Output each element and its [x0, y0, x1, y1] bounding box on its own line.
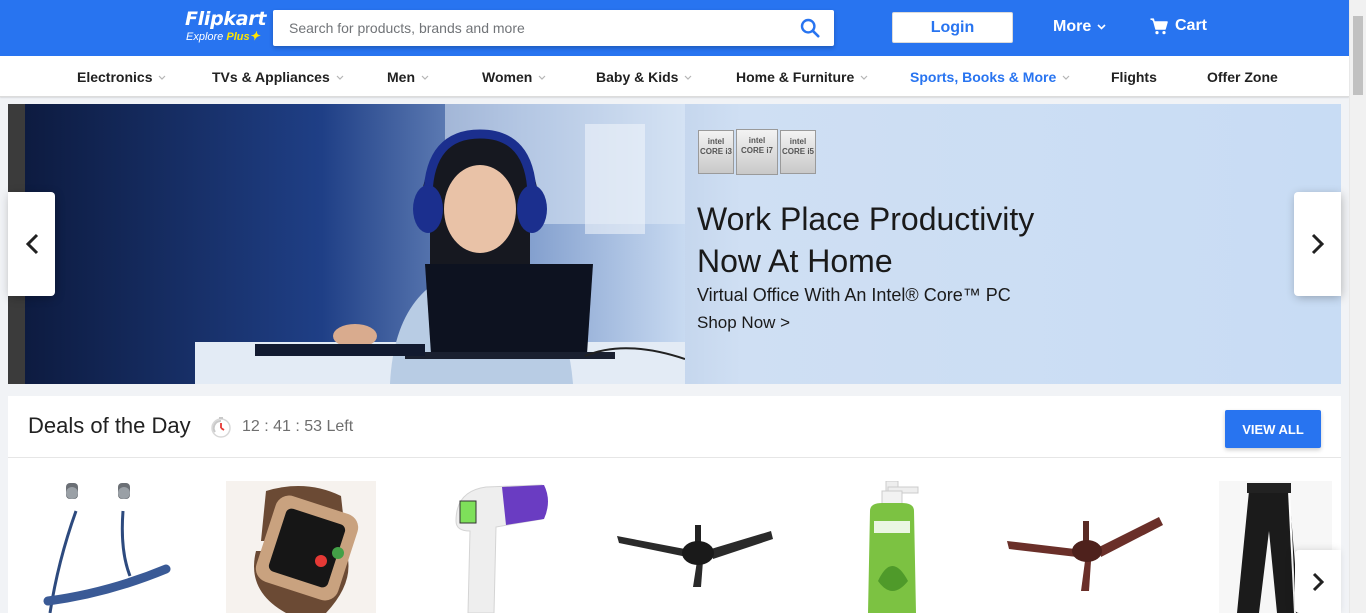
category-label: Sports, Books & More — [910, 69, 1057, 85]
deals-timer: 12 : 41 : 53 Left — [210, 416, 353, 438]
category-nav: Electronics TVs & Appliances Men Women B… — [0, 56, 1349, 97]
neckband-earphones-icon[interactable] — [38, 481, 188, 613]
category-label: Offer Zone — [1207, 69, 1278, 85]
hero-banner[interactable]: intel CORE i3 intel CORE i7 intel CORE i… — [8, 104, 1341, 384]
category-flights[interactable]: Flights — [1111, 69, 1157, 85]
chevron-down-icon — [159, 75, 166, 80]
chevron-left-icon — [25, 233, 38, 255]
banner-next-button[interactable] — [1294, 192, 1341, 296]
logo-tagline-plus: Plus — [226, 31, 250, 43]
flipkart-logo[interactable]: Flipkart Explore Plus✦ — [185, 9, 266, 44]
page-scrollbar[interactable] — [1349, 0, 1366, 613]
category-label: Baby & Kids — [596, 69, 679, 85]
category-label: TVs & Appliances — [212, 69, 330, 85]
black-ceiling-fan-icon[interactable] — [615, 481, 775, 613]
chevron-down-icon — [538, 75, 546, 80]
girl-with-laptop-illustration — [25, 104, 685, 384]
banner-prev-button[interactable] — [8, 192, 55, 296]
view-all-button[interactable]: VIEW ALL — [1225, 410, 1321, 448]
chip-brand: intel — [748, 136, 766, 145]
category-label: Electronics — [77, 69, 153, 85]
category-label: Men — [387, 69, 415, 85]
chevron-right-icon — [1312, 572, 1324, 591]
intel-core-i7-badge: intel CORE i7 — [736, 129, 778, 175]
deals-product-carousel — [8, 459, 1341, 613]
intel-core-i3-badge: intel CORE i3 — [698, 130, 734, 174]
deals-header: Deals of the Day 12 : 41 : 53 Left VIEW … — [8, 396, 1341, 458]
face-wash-bottle-icon[interactable] — [858, 481, 928, 613]
deals-next-button[interactable] — [1295, 550, 1341, 613]
cart-label: Cart — [1175, 17, 1208, 34]
banner-title-line1: Work Place Productivity — [697, 201, 1035, 237]
timer-text: 12 : 41 : 53 Left — [242, 418, 354, 435]
category-offer-zone[interactable]: Offer Zone — [1207, 69, 1278, 85]
intel-core-badges: intel CORE i3 intel CORE i7 intel CORE i… — [698, 129, 816, 175]
chevron-down-icon — [421, 75, 429, 80]
search-button[interactable] — [786, 10, 834, 46]
deals-title: Deals of the Day — [28, 413, 191, 438]
search-input[interactable] — [273, 10, 783, 46]
logo-tagline: Explore Plus✦ — [186, 30, 266, 44]
banner-title: Work Place Productivity Now At Home — [697, 198, 1117, 282]
search-icon — [800, 18, 820, 38]
plus-logo-icon: ✦ — [249, 29, 260, 43]
brown-ceiling-fan-icon[interactable] — [1005, 481, 1165, 613]
logo-tagline-explore: Explore — [186, 31, 224, 43]
category-home-furniture[interactable]: Home & Furniture — [736, 69, 868, 85]
category-label: Home & Furniture — [736, 69, 855, 85]
intel-core-i5-badge: intel CORE i5 — [780, 130, 816, 174]
chevron-down-icon — [860, 75, 868, 80]
category-tvs-appliances[interactable]: TVs & Appliances — [212, 69, 344, 85]
category-label: Women — [482, 69, 533, 85]
top-header: Flipkart Explore Plus✦ Login More Cart — [0, 0, 1349, 56]
login-button[interactable]: Login — [892, 12, 1013, 43]
category-baby-kids[interactable]: Baby & Kids — [596, 69, 692, 85]
infrared-thermometer-icon[interactable] — [446, 481, 556, 613]
category-label: Flights — [1111, 69, 1157, 85]
deals-of-the-day-section: Deals of the Day 12 : 41 : 53 Left VIEW … — [8, 396, 1341, 613]
chip-label: CORE i5 — [781, 147, 814, 156]
search-bar — [273, 10, 834, 46]
cart-icon — [1150, 17, 1168, 34]
logo-text: Flipkart — [185, 8, 267, 30]
chevron-down-icon — [1097, 24, 1106, 30]
category-sports-books-more[interactable]: Sports, Books & More — [910, 69, 1070, 85]
chevron-down-icon — [685, 75, 692, 80]
smartwatch-icon[interactable] — [226, 481, 376, 613]
category-electronics[interactable]: Electronics — [77, 69, 166, 85]
chevron-down-icon — [1062, 75, 1070, 80]
chevron-down-icon — [336, 75, 344, 80]
category-men[interactable]: Men — [387, 69, 429, 85]
banner-subtitle: Virtual Office With An Intel® Core™ PC — [697, 285, 1011, 305]
stopwatch-icon — [211, 417, 231, 438]
category-women[interactable]: Women — [482, 69, 546, 85]
chip-brand: intel — [707, 137, 725, 146]
chip-label: CORE i7 — [740, 146, 773, 155]
chip-brand: intel — [789, 137, 807, 146]
more-label: More — [1053, 18, 1092, 35]
scrollbar-thumb[interactable] — [1353, 16, 1363, 95]
chip-label: CORE i3 — [699, 147, 732, 156]
chevron-right-icon — [1311, 233, 1324, 255]
cart-link[interactable]: Cart — [1150, 17, 1207, 35]
banner-title-line2: Now At Home — [697, 243, 893, 279]
banner-shop-now-link[interactable]: Shop Now > — [697, 313, 790, 333]
more-menu[interactable]: More — [1053, 18, 1106, 36]
